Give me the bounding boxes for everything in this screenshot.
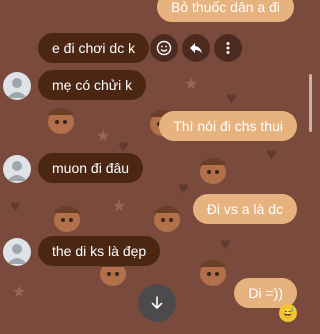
heart-decoration-icon: ♥	[178, 178, 189, 198]
acorn-decoration-icon	[153, 205, 181, 232]
star-decoration-icon: ★	[12, 284, 27, 301]
arrow-down-icon	[151, 296, 163, 309]
heart-decoration-icon: ♥	[10, 196, 21, 216]
heart-decoration-icon: ♥	[266, 144, 277, 164]
avatar[interactable]	[3, 238, 31, 266]
outgoing-message[interactable]: Đi vs a là dc	[192, 194, 297, 224]
acorn-decoration-icon	[199, 259, 227, 286]
acorn-decoration-icon	[47, 107, 75, 134]
acorn-decoration-icon	[53, 205, 81, 232]
star-decoration-icon: ★	[184, 76, 199, 93]
outgoing-message[interactable]: Thì nói đi chs thui	[159, 111, 297, 141]
acorn-decoration-icon	[199, 157, 227, 184]
star-decoration-icon: ★	[112, 198, 127, 215]
avatar[interactable]	[3, 72, 31, 100]
smiley-icon[interactable]	[150, 34, 178, 62]
incoming-message[interactable]: the di ks là đẹp	[38, 236, 161, 266]
scrollbar[interactable]	[309, 74, 312, 132]
incoming-message[interactable]: mẹ có chửi k	[38, 70, 147, 100]
reply-icon[interactable]	[182, 34, 210, 62]
more-options-icon[interactable]	[214, 34, 242, 62]
star-decoration-icon: ★	[96, 128, 111, 145]
incoming-message[interactable]: e đi chơi dc k	[38, 33, 150, 63]
avatar[interactable]	[3, 155, 31, 183]
heart-decoration-icon: ♥	[226, 88, 237, 108]
heart-decoration-icon: ♥	[220, 234, 231, 254]
scroll-to-bottom-button[interactable]	[138, 284, 176, 322]
outgoing-message[interactable]: Bỏ thuốc dân a đi	[157, 0, 294, 22]
reaction-grinning-sweat-icon[interactable]: 😅	[279, 304, 297, 322]
incoming-message[interactable]: muon đi đâu	[38, 153, 144, 183]
